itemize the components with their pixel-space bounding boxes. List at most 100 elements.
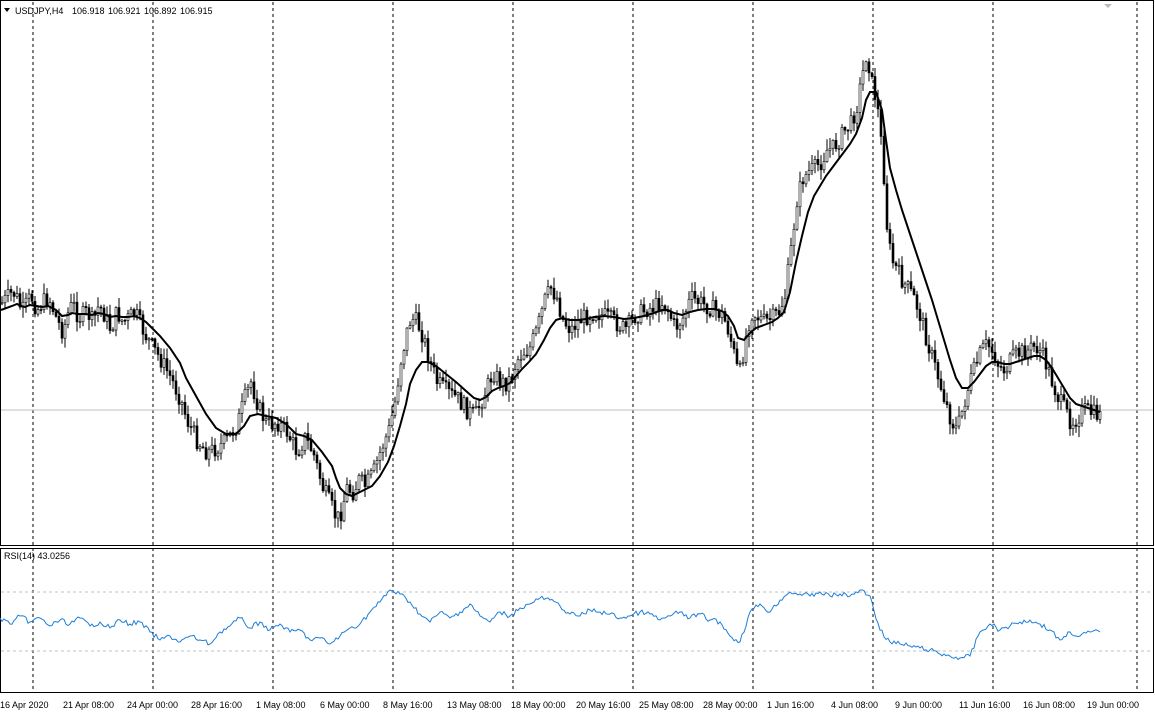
high-price: 106.921 <box>108 6 141 16</box>
candle-body <box>399 363 403 387</box>
candle-body <box>462 397 466 410</box>
candle-body <box>27 293 31 299</box>
candle-body <box>894 262 898 266</box>
candle-body <box>591 319 595 321</box>
candle-body <box>6 289 10 296</box>
candle-body <box>75 301 79 323</box>
candle-body <box>270 417 274 430</box>
candle-body <box>144 333 148 341</box>
candle-body <box>174 380 178 395</box>
candle-body <box>945 401 949 405</box>
candle-body <box>1008 353 1012 372</box>
candle-body <box>597 317 601 321</box>
candle-body <box>585 309 589 326</box>
candle-body <box>696 297 700 304</box>
candle-body <box>834 140 838 150</box>
candle-body <box>621 321 625 332</box>
candle-body <box>534 327 538 334</box>
candle-body <box>612 310 616 315</box>
candle-body <box>525 354 529 357</box>
candle-body <box>1047 367 1051 370</box>
candle-body <box>618 330 622 333</box>
candle-body <box>258 402 262 410</box>
candle-body <box>12 292 16 297</box>
candle-body <box>168 370 172 376</box>
candle-body <box>78 321 82 324</box>
candle-body <box>882 136 886 185</box>
time-axis: 16 Apr 2020 21 Apr 08:00 24 Apr 00:00 28… <box>0 700 1139 710</box>
candle-body <box>819 164 823 171</box>
candle-body <box>498 371 502 387</box>
candle-body <box>138 309 142 316</box>
candle-body <box>213 444 217 457</box>
time-label: 1 Jun 16:00 <box>767 700 814 710</box>
candle-body <box>840 127 844 149</box>
candle-body <box>183 401 187 415</box>
candle-body <box>402 350 406 365</box>
candle-body <box>915 294 919 310</box>
candle-body <box>654 297 658 312</box>
candle-body <box>531 333 535 348</box>
candle-body <box>624 321 628 328</box>
candle-body <box>501 377 505 387</box>
candle-body <box>384 436 388 449</box>
candle-body <box>114 307 118 331</box>
candle-body <box>210 444 214 450</box>
candle-body <box>411 318 415 326</box>
candle-body <box>240 401 244 414</box>
candle-body <box>951 423 955 429</box>
candle-body <box>177 393 181 405</box>
candle-body <box>1005 371 1009 374</box>
candle-body <box>897 264 901 267</box>
candle-body <box>555 297 559 300</box>
candle-body <box>903 283 907 288</box>
candle-body <box>969 373 973 391</box>
candle-body <box>627 315 631 328</box>
candle-body <box>489 378 493 383</box>
candle-body <box>378 451 382 461</box>
candle-body <box>1095 404 1099 420</box>
candle-body <box>588 319 592 326</box>
candle-body <box>9 289 13 293</box>
candle-body <box>435 366 439 385</box>
time-label: 25 May 08:00 <box>639 700 694 710</box>
candle-body <box>252 381 256 400</box>
candle-body <box>330 491 334 501</box>
candle-body <box>189 426 193 428</box>
candle-body <box>57 316 61 323</box>
time-label: 9 Jun 00:00 <box>895 700 942 710</box>
candle-body <box>999 366 1003 368</box>
rsi-label: RSI(14) 43.0256 <box>4 551 70 561</box>
candle-body <box>558 297 562 317</box>
candle-body <box>948 404 952 425</box>
time-label: 28 Apr 16:00 <box>191 700 242 710</box>
candle-body <box>699 296 703 305</box>
time-label: 4 Jun 08:00 <box>831 700 878 710</box>
chart-window: USDJPY,H4 106.918 106.921 106.892 106.91… <box>0 0 1154 710</box>
candle-body <box>465 397 469 420</box>
candle-body <box>318 462 322 479</box>
candle-body <box>822 161 826 171</box>
candle-body <box>1065 399 1069 410</box>
candle-body <box>837 148 841 150</box>
candle-body <box>570 325 574 334</box>
candle-body <box>888 229 892 244</box>
candle-body <box>519 358 523 361</box>
candle-body <box>3 295 7 304</box>
candle-body <box>147 338 151 341</box>
candle-body <box>963 405 967 412</box>
candle-body <box>264 418 268 421</box>
candle-body <box>606 308 610 312</box>
candle-body <box>396 385 400 403</box>
candle-body <box>1023 345 1027 360</box>
candle-body <box>552 287 556 300</box>
candle-body <box>1080 405 1084 424</box>
candle-body <box>339 511 343 522</box>
candle-body <box>864 61 868 71</box>
candle-body <box>543 293 547 309</box>
candle-body <box>807 170 811 175</box>
candle-body <box>120 319 124 322</box>
candle-body <box>744 336 748 363</box>
candle-body <box>984 339 988 345</box>
candle-body <box>1071 424 1075 430</box>
